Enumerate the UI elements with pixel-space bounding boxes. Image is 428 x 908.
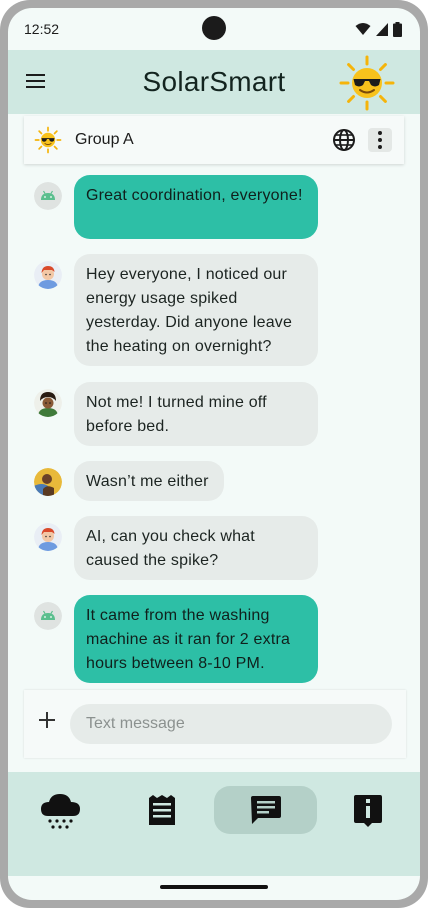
plus-icon[interactable]	[38, 711, 56, 729]
avatar-curly-icon	[34, 389, 62, 417]
notes-icon	[149, 795, 175, 825]
message-input[interactable]	[70, 704, 392, 744]
chat-icon	[251, 796, 281, 824]
camera-cutout	[202, 16, 226, 40]
group-name: Group A	[75, 131, 134, 148]
avatar-redhead-icon	[34, 261, 62, 289]
status-icons	[355, 21, 402, 37]
message-bubble: It came from the washing machine as it r…	[74, 595, 318, 683]
bottom-nav	[8, 772, 420, 876]
nav-info[interactable]	[344, 786, 392, 834]
sun-with-sunglasses-icon	[339, 55, 395, 111]
nav-notes[interactable]	[136, 786, 184, 834]
app-bar: SolarSmart	[8, 50, 420, 114]
message-bubble: Great coordination, everyone!	[74, 175, 318, 239]
nav-weather[interactable]	[36, 786, 84, 834]
android-avatar-icon	[34, 182, 62, 210]
device-frame: 12:52 SolarSmart Group A Great coordinat…	[0, 0, 428, 908]
message-list: Great coordination, everyone! Hey everyo…	[8, 168, 420, 688]
more-vert-icon[interactable]	[368, 128, 392, 152]
android-avatar-icon	[34, 602, 62, 630]
message-bubble: Not me! I turned mine off before bed.	[74, 382, 318, 446]
message-bubble: Wasn’t me either	[74, 461, 224, 501]
group-header: Group A	[24, 116, 404, 164]
globe-icon[interactable]	[332, 128, 356, 152]
nav-chat[interactable]	[214, 786, 317, 834]
composer	[24, 690, 406, 758]
message-bubble: Hey everyone, I noticed our energy usage…	[74, 254, 318, 366]
group-avatar-sun-icon	[34, 126, 62, 154]
avatar-gardener-icon	[34, 468, 62, 496]
signal-icon	[376, 22, 388, 36]
wifi-icon	[355, 23, 371, 35]
info-icon	[354, 795, 382, 827]
home-indicator[interactable]	[160, 885, 268, 889]
weather-rain-icon	[41, 794, 80, 829]
avatar-redhead-icon	[34, 523, 62, 551]
status-time: 12:52	[24, 21, 60, 37]
battery-icon	[393, 21, 402, 37]
screen: 12:52 SolarSmart Group A Great coordinat…	[8, 8, 420, 900]
message-bubble: AI, can you check what caused the spike?	[74, 516, 318, 580]
